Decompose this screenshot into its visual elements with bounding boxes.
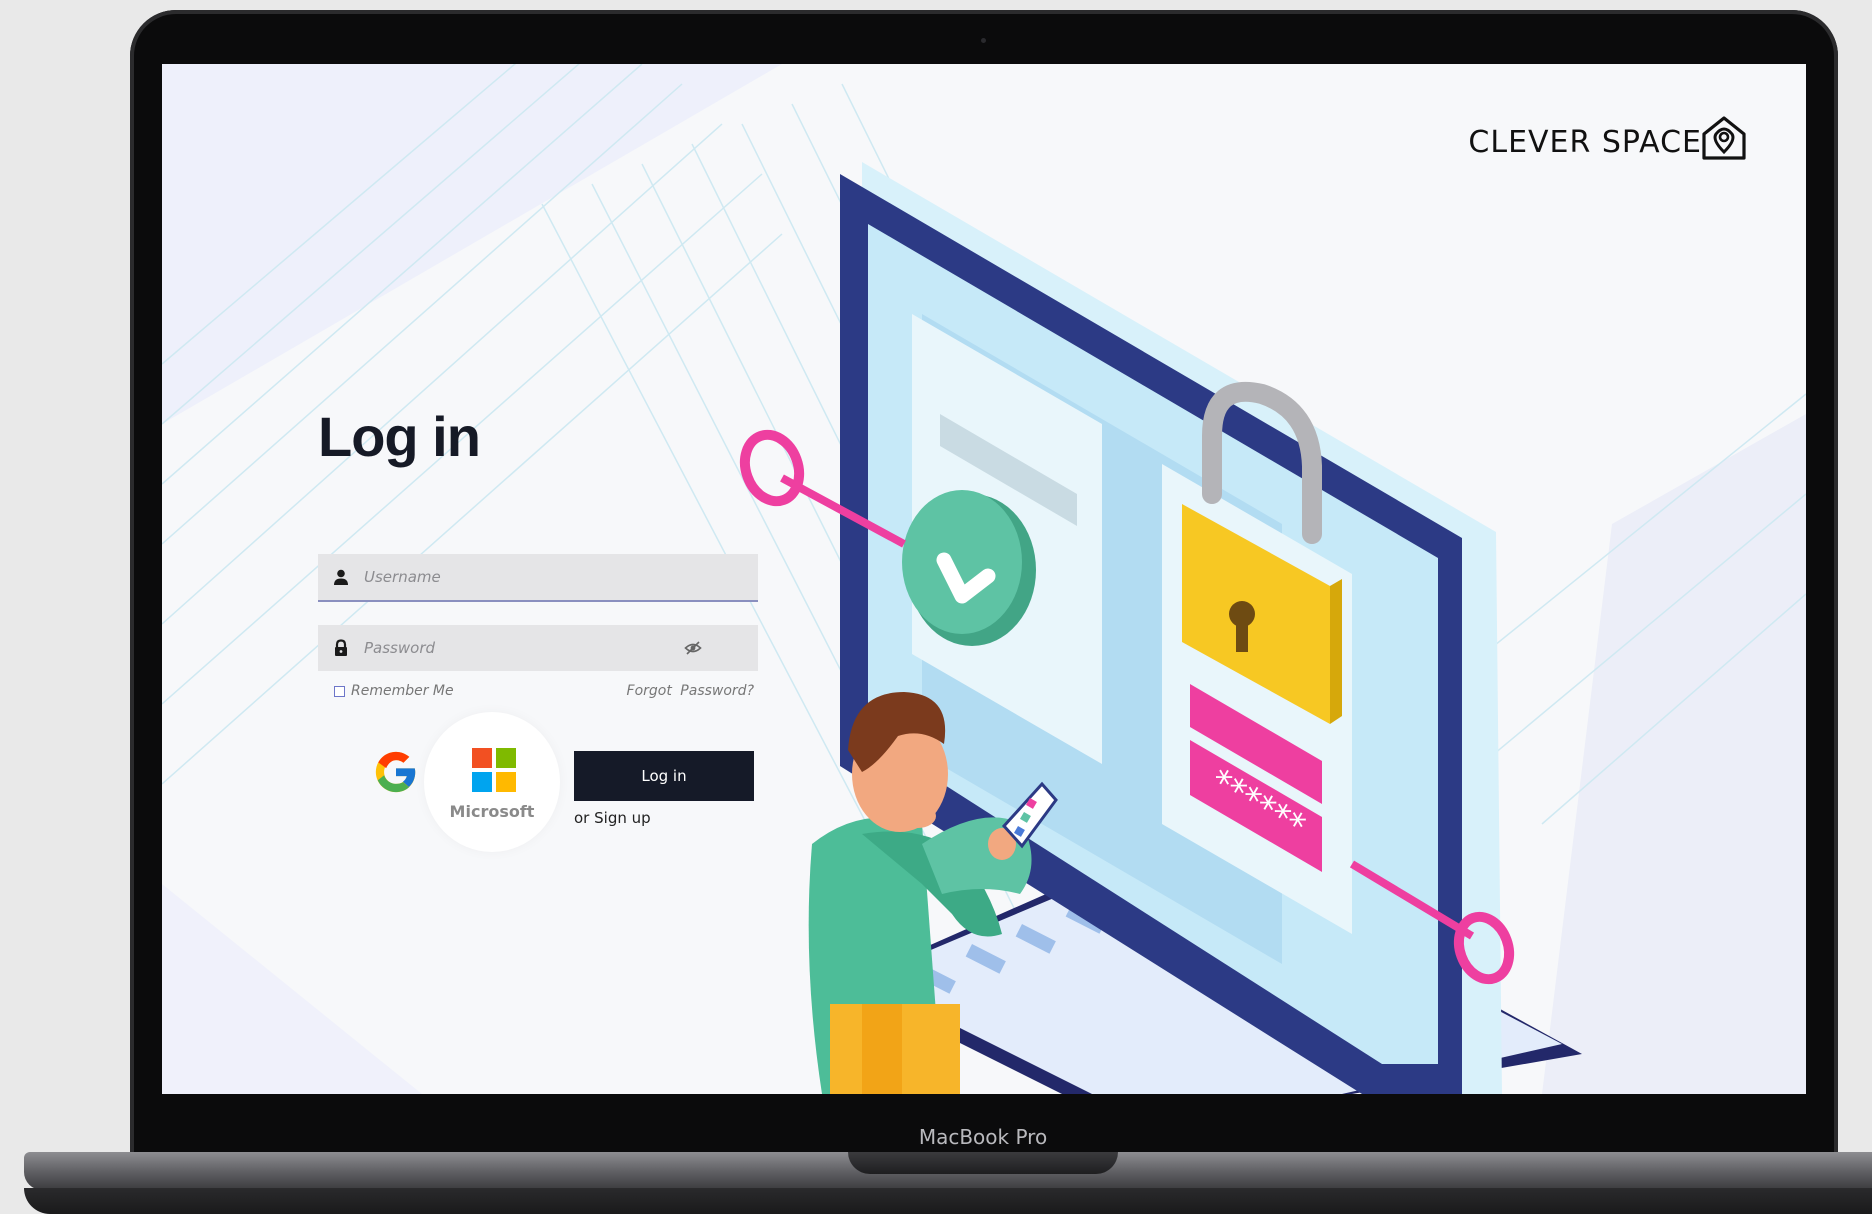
- camera-dot: [981, 38, 986, 43]
- microsoft-label: Microsoft: [449, 802, 535, 821]
- lock-icon: [335, 639, 347, 656]
- forgot-password-link[interactable]: Forgot Password?: [627, 683, 754, 699]
- eye-slash-icon[interactable]: [684, 639, 702, 657]
- remember-me[interactable]: Remember Me: [334, 683, 454, 699]
- remember-me-checkbox[interactable]: [334, 685, 345, 697]
- password-field: [318, 625, 758, 671]
- google-g-icon[interactable]: [374, 750, 418, 794]
- microsoft-login-button[interactable]: Microsoft: [424, 712, 560, 852]
- microsoft-logo-icon: [472, 748, 516, 792]
- username-input[interactable]: [362, 567, 666, 587]
- signup-link[interactable]: Sign up: [594, 809, 651, 827]
- padlock-side: [1330, 579, 1342, 724]
- device-model-label: MacBook Pro: [918, 1125, 1048, 1149]
- signup-prompt: or Sign up: [574, 809, 651, 827]
- bg-shape-bottom-left: [162, 884, 422, 1094]
- check-circle: [902, 490, 1022, 634]
- login-title: Log in: [318, 405, 481, 468]
- login-screen: ****** CLEVER SPACE Log in Username Reme…: [162, 64, 1806, 1094]
- username-field: [318, 554, 758, 602]
- brand-name: CLEVER SPACE: [1468, 124, 1702, 160]
- house-pin-icon: [1702, 116, 1746, 160]
- user-icon: [334, 569, 348, 585]
- connector-node-left: [739, 429, 805, 507]
- laptop-base-foot: [24, 1188, 1872, 1214]
- device-mockup: ****** CLEVER SPACE Log in Username Reme…: [0, 0, 1872, 1214]
- padlock-keyhole-slot: [1236, 616, 1248, 652]
- login-button[interactable]: Log in: [574, 751, 754, 801]
- bg-shape-top-left: [162, 64, 782, 424]
- brand-logo: CLEVER SPACE: [1468, 116, 1748, 162]
- bg-shape-right: [1542, 414, 1806, 1094]
- password-input[interactable]: [362, 638, 666, 658]
- login-options: Remember Me Forgot Password?: [334, 680, 754, 702]
- signup-prefix: or: [574, 809, 590, 827]
- laptop-notch: [848, 1152, 1118, 1174]
- remember-me-label: Remember Me: [351, 683, 454, 699]
